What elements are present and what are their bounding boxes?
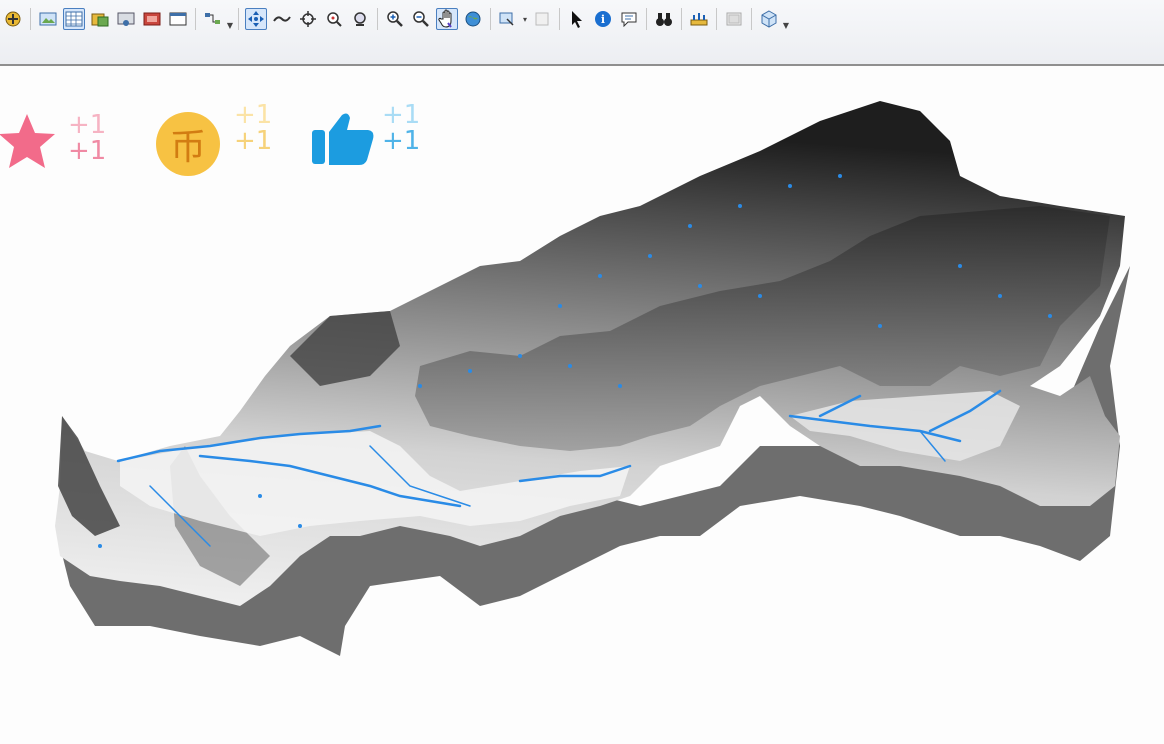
3d-view-toolbar: ▼ ▾ i ▼	[0, 0, 1164, 66]
attribute-table-icon[interactable]	[63, 8, 85, 30]
zoom-to-target-icon[interactable]	[323, 8, 345, 30]
measure-icon[interactable]	[688, 8, 710, 30]
toolbar-separator	[490, 8, 491, 30]
toolbar-separator	[716, 8, 717, 30]
coin-plus-bottom: +1	[234, 126, 273, 156]
toolbar-separator	[751, 8, 752, 30]
hand-pan-icon[interactable]	[436, 8, 458, 30]
catalog-icon[interactable]	[89, 8, 111, 30]
add-data-icon[interactable]	[2, 8, 24, 30]
identify-icon[interactable]: i	[592, 8, 614, 30]
chevron-down-icon[interactable]: ▾	[521, 8, 529, 30]
toolbar-separator	[30, 8, 31, 30]
like-plus-counter: +1 +1	[68, 112, 106, 164]
python-window-icon[interactable]	[141, 8, 163, 30]
toolbar-separator	[195, 8, 196, 30]
clear-selection-icon[interactable]	[531, 8, 553, 30]
coin-plus-top: +1	[234, 100, 273, 130]
thumb-plus-top: +1	[382, 100, 421, 130]
thumb-reaction[interactable]	[312, 112, 376, 166]
like-plus-bottom: +1	[68, 136, 107, 166]
scene-properties-icon[interactable]	[723, 8, 745, 30]
fly-icon[interactable]	[271, 8, 293, 30]
select-pointer-icon[interactable]	[566, 8, 588, 30]
like-reaction[interactable]	[0, 112, 58, 174]
model-builder-icon[interactable]	[167, 8, 189, 30]
coin-reaction[interactable]: 币	[155, 112, 221, 178]
chevron-down-icon[interactable]: ▼	[226, 8, 234, 30]
toolbar-separator	[377, 8, 378, 30]
3d-effects-icon[interactable]	[758, 8, 780, 30]
toolbar-row: ▼ ▾ i ▼	[0, 4, 790, 34]
toolbar-separator	[681, 8, 682, 30]
like-plus-top: +1	[68, 110, 107, 140]
find-binoculars-icon[interactable]	[653, 8, 675, 30]
tree-diagram-icon[interactable]	[202, 8, 224, 30]
zoom-in-icon[interactable]	[384, 8, 406, 30]
target-center-icon[interactable]	[297, 8, 319, 30]
toolbox-icon[interactable]	[115, 8, 137, 30]
chevron-down-icon[interactable]: ▼	[782, 8, 790, 30]
toolbar-separator	[646, 8, 647, 30]
thumb-plus-counter: +1 +1	[382, 102, 420, 154]
thumb-plus-bottom: +1	[382, 126, 421, 156]
3d-scene-view[interactable]: +1 +1 币 +1 +1 +1 +1	[0, 66, 1164, 740]
coin-plus-counter: +1 +1	[234, 102, 272, 154]
thumbs-up-icon	[312, 113, 374, 165]
star-icon	[0, 114, 55, 168]
set-observer-icon[interactable]	[349, 8, 371, 30]
html-popup-icon[interactable]	[618, 8, 640, 30]
toolbar-separator	[238, 8, 239, 30]
coin-glyph: 币	[169, 127, 206, 168]
toolbar-separator	[559, 8, 560, 30]
map-layout-icon[interactable]	[37, 8, 59, 30]
svg-text:i: i	[601, 13, 605, 26]
full-extent-icon[interactable]	[462, 8, 484, 30]
pan-3d-icon[interactable]	[245, 8, 267, 30]
navigate-dropdown-icon[interactable]	[497, 8, 519, 30]
zoom-out-icon[interactable]	[410, 8, 432, 30]
